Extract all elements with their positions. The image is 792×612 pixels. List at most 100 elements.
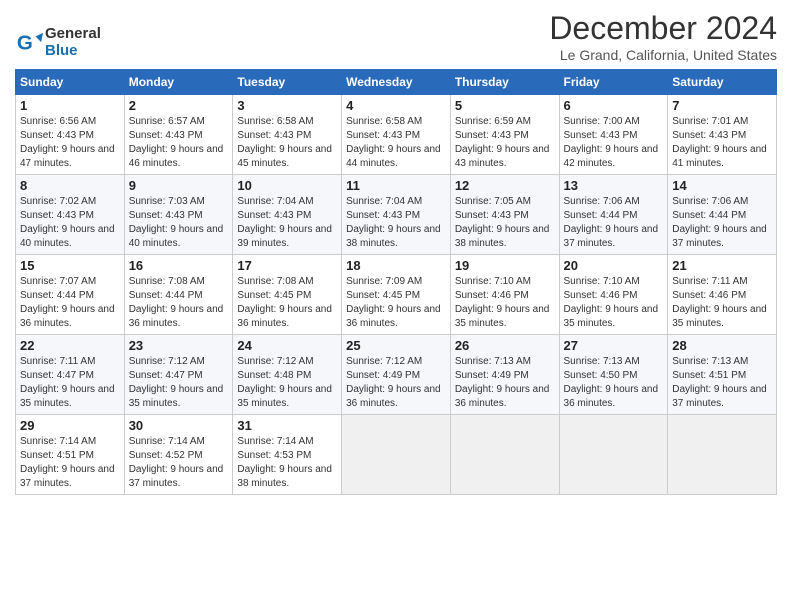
- day-number: 26: [455, 338, 555, 353]
- calendar-cell: 25 Sunrise: 7:12 AMSunset: 4:49 PMDaylig…: [342, 335, 451, 415]
- day-info: Sunrise: 7:12 AMSunset: 4:47 PMDaylight:…: [129, 355, 229, 411]
- month-title: December 2024: [101, 10, 777, 47]
- day-info: Sunrise: 6:57 AMSunset: 4:43 PMDaylight:…: [129, 115, 229, 171]
- day-info: Sunrise: 7:11 AMSunset: 4:47 PMDaylight:…: [20, 355, 120, 411]
- day-number: 7: [672, 98, 772, 113]
- day-info: Sunrise: 7:02 AMSunset: 4:43 PMDaylight:…: [20, 195, 120, 251]
- day-number: 30: [129, 418, 229, 433]
- col-monday: Monday: [124, 70, 233, 95]
- day-number: 12: [455, 178, 555, 193]
- calendar-week-3: 22 Sunrise: 7:11 AMSunset: 4:47 PMDaylig…: [16, 335, 777, 415]
- col-sunday: Sunday: [16, 70, 125, 95]
- calendar-cell: 6 Sunrise: 7:00 AMSunset: 4:43 PMDayligh…: [559, 95, 668, 175]
- calendar-cell: 19 Sunrise: 7:10 AMSunset: 4:46 PMDaylig…: [450, 255, 559, 335]
- calendar-cell: 22 Sunrise: 7:11 AMSunset: 4:47 PMDaylig…: [16, 335, 125, 415]
- day-number: 3: [237, 98, 337, 113]
- day-info: Sunrise: 7:10 AMSunset: 4:46 PMDaylight:…: [455, 275, 555, 331]
- day-number: 6: [564, 98, 664, 113]
- calendar-cell: 26 Sunrise: 7:13 AMSunset: 4:49 PMDaylig…: [450, 335, 559, 415]
- day-number: 29: [20, 418, 120, 433]
- day-number: 16: [129, 258, 229, 273]
- calendar-week-1: 8 Sunrise: 7:02 AMSunset: 4:43 PMDayligh…: [16, 175, 777, 255]
- calendar-cell: 21 Sunrise: 7:11 AMSunset: 4:46 PMDaylig…: [668, 255, 777, 335]
- logo: G General Blue: [15, 26, 101, 59]
- day-number: 22: [20, 338, 120, 353]
- calendar-cell: [342, 415, 451, 495]
- day-info: Sunrise: 6:59 AMSunset: 4:43 PMDaylight:…: [455, 115, 555, 171]
- calendar-cell: 20 Sunrise: 7:10 AMSunset: 4:46 PMDaylig…: [559, 255, 668, 335]
- day-info: Sunrise: 6:56 AMSunset: 4:43 PMDaylight:…: [20, 115, 120, 171]
- day-number: 10: [237, 178, 337, 193]
- day-number: 28: [672, 338, 772, 353]
- calendar-cell: 10 Sunrise: 7:04 AMSunset: 4:43 PMDaylig…: [233, 175, 342, 255]
- day-number: 27: [564, 338, 664, 353]
- day-info: Sunrise: 7:12 AMSunset: 4:48 PMDaylight:…: [237, 355, 337, 411]
- calendar-cell: 16 Sunrise: 7:08 AMSunset: 4:44 PMDaylig…: [124, 255, 233, 335]
- calendar-body: 1 Sunrise: 6:56 AMSunset: 4:43 PMDayligh…: [16, 95, 777, 495]
- calendar-cell: 31 Sunrise: 7:14 AMSunset: 4:53 PMDaylig…: [233, 415, 342, 495]
- calendar-cell: 5 Sunrise: 6:59 AMSunset: 4:43 PMDayligh…: [450, 95, 559, 175]
- calendar-cell: [450, 415, 559, 495]
- day-info: Sunrise: 6:58 AMSunset: 4:43 PMDaylight:…: [237, 115, 337, 171]
- calendar-cell: 23 Sunrise: 7:12 AMSunset: 4:47 PMDaylig…: [124, 335, 233, 415]
- logo-blue: Blue: [45, 42, 78, 59]
- calendar-cell: 28 Sunrise: 7:13 AMSunset: 4:51 PMDaylig…: [668, 335, 777, 415]
- col-friday: Friday: [559, 70, 668, 95]
- calendar-cell: 14 Sunrise: 7:06 AMSunset: 4:44 PMDaylig…: [668, 175, 777, 255]
- day-info: Sunrise: 7:07 AMSunset: 4:44 PMDaylight:…: [20, 275, 120, 331]
- calendar-cell: 18 Sunrise: 7:09 AMSunset: 4:45 PMDaylig…: [342, 255, 451, 335]
- calendar-table: Sunday Monday Tuesday Wednesday Thursday…: [15, 69, 777, 495]
- col-saturday: Saturday: [668, 70, 777, 95]
- day-number: 23: [129, 338, 229, 353]
- calendar-week-4: 29 Sunrise: 7:14 AMSunset: 4:51 PMDaylig…: [16, 415, 777, 495]
- day-info: Sunrise: 7:06 AMSunset: 4:44 PMDaylight:…: [672, 195, 772, 251]
- day-number: 14: [672, 178, 772, 193]
- calendar-cell: 1 Sunrise: 6:56 AMSunset: 4:43 PMDayligh…: [16, 95, 125, 175]
- day-info: Sunrise: 7:14 AMSunset: 4:53 PMDaylight:…: [237, 435, 337, 491]
- day-info: Sunrise: 7:14 AMSunset: 4:51 PMDaylight:…: [20, 435, 120, 491]
- calendar-cell: 11 Sunrise: 7:04 AMSunset: 4:43 PMDaylig…: [342, 175, 451, 255]
- col-tuesday: Tuesday: [233, 70, 342, 95]
- day-info: Sunrise: 7:13 AMSunset: 4:49 PMDaylight:…: [455, 355, 555, 411]
- calendar-cell: 13 Sunrise: 7:06 AMSunset: 4:44 PMDaylig…: [559, 175, 668, 255]
- calendar-cell: 7 Sunrise: 7:01 AMSunset: 4:43 PMDayligh…: [668, 95, 777, 175]
- calendar-cell: [668, 415, 777, 495]
- day-number: 15: [20, 258, 120, 273]
- day-number: 11: [346, 178, 446, 193]
- day-number: 2: [129, 98, 229, 113]
- logo-general: General: [45, 25, 101, 42]
- day-info: Sunrise: 7:00 AMSunset: 4:43 PMDaylight:…: [564, 115, 664, 171]
- location: Le Grand, California, United States: [101, 47, 777, 63]
- day-info: Sunrise: 7:08 AMSunset: 4:44 PMDaylight:…: [129, 275, 229, 331]
- day-number: 20: [564, 258, 664, 273]
- day-info: Sunrise: 6:58 AMSunset: 4:43 PMDaylight:…: [346, 115, 446, 171]
- day-number: 25: [346, 338, 446, 353]
- day-info: Sunrise: 7:04 AMSunset: 4:43 PMDaylight:…: [346, 195, 446, 251]
- header-right: December 2024 Le Grand, California, Unit…: [101, 10, 777, 63]
- day-number: 1: [20, 98, 120, 113]
- day-number: 17: [237, 258, 337, 273]
- calendar-cell: 9 Sunrise: 7:03 AMSunset: 4:43 PMDayligh…: [124, 175, 233, 255]
- col-thursday: Thursday: [450, 70, 559, 95]
- day-info: Sunrise: 7:01 AMSunset: 4:43 PMDaylight:…: [672, 115, 772, 171]
- day-info: Sunrise: 7:05 AMSunset: 4:43 PMDaylight:…: [455, 195, 555, 251]
- day-number: 13: [564, 178, 664, 193]
- calendar-cell: [559, 415, 668, 495]
- day-info: Sunrise: 7:11 AMSunset: 4:46 PMDaylight:…: [672, 275, 772, 331]
- day-info: Sunrise: 7:13 AMSunset: 4:51 PMDaylight:…: [672, 355, 772, 411]
- calendar-cell: 30 Sunrise: 7:14 AMSunset: 4:52 PMDaylig…: [124, 415, 233, 495]
- day-number: 18: [346, 258, 446, 273]
- day-info: Sunrise: 7:06 AMSunset: 4:44 PMDaylight:…: [564, 195, 664, 251]
- day-info: Sunrise: 7:12 AMSunset: 4:49 PMDaylight:…: [346, 355, 446, 411]
- day-number: 21: [672, 258, 772, 273]
- calendar-cell: 2 Sunrise: 6:57 AMSunset: 4:43 PMDayligh…: [124, 95, 233, 175]
- calendar-thead: Sunday Monday Tuesday Wednesday Thursday…: [16, 70, 777, 95]
- calendar-cell: 27 Sunrise: 7:13 AMSunset: 4:50 PMDaylig…: [559, 335, 668, 415]
- day-info: Sunrise: 7:03 AMSunset: 4:43 PMDaylight:…: [129, 195, 229, 251]
- day-info: Sunrise: 7:04 AMSunset: 4:43 PMDaylight:…: [237, 195, 337, 251]
- day-number: 4: [346, 98, 446, 113]
- calendar-header: G General Blue December 2024 Le Grand, C…: [15, 10, 777, 63]
- day-info: Sunrise: 7:09 AMSunset: 4:45 PMDaylight:…: [346, 275, 446, 331]
- header-row: Sunday Monday Tuesday Wednesday Thursday…: [16, 70, 777, 95]
- day-number: 24: [237, 338, 337, 353]
